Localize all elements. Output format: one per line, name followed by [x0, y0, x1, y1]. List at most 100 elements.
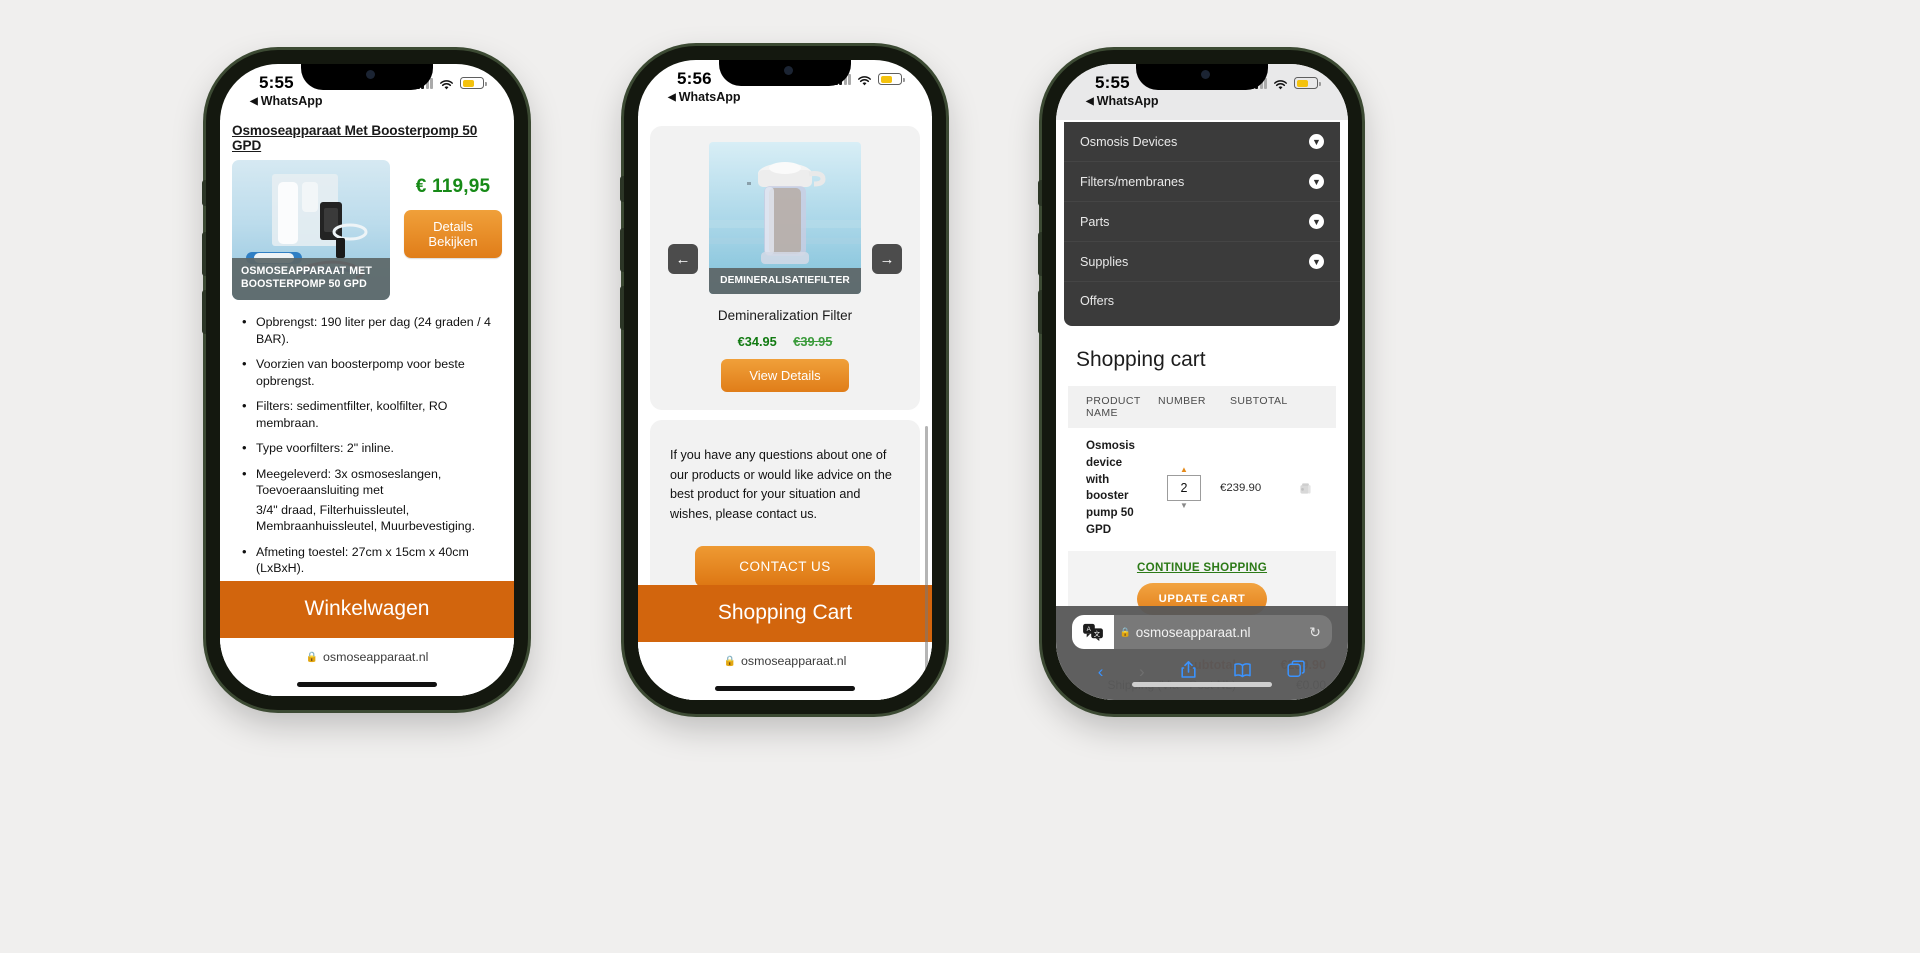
share-icon[interactable] [1180, 660, 1197, 684]
column-header-subtotal: SUBTOTAL [1230, 395, 1288, 407]
product-carousel-card: ← → DEMINERALISATIEFILTER Demineralizati… [650, 126, 920, 410]
url-text: osmoseapparaat.nl [1135, 624, 1251, 640]
table-row: Osmosis device with booster pump 50 GPD … [1068, 428, 1336, 551]
product-price-1: € 119,95 [415, 176, 491, 197]
carousel-next-button[interactable]: → [872, 244, 902, 274]
stepper-increase-icon[interactable]: ▲ [1180, 466, 1188, 474]
column-header-product-name: PRODUCT NAME [1086, 395, 1141, 419]
url-text: osmoseapparaat.nl [741, 654, 847, 668]
list-item: Type voorfilters: 2" inline. [242, 439, 498, 457]
front-camera-icon [783, 66, 793, 75]
menu-item-offers[interactable]: Offers [1064, 282, 1340, 320]
back-triangle-icon: ◀ [668, 91, 676, 103]
continue-shopping-link[interactable]: CONTINUE SHOPPING [1137, 561, 1267, 574]
phone3-screen: 5:55 ◀ WhatsApp Osmosis Devices ▼ Filter… [1056, 64, 1348, 700]
list-item-continuation: 3/4" draad, Filterhuissleutel, Membraanh… [256, 502, 476, 534]
lock-icon: 🔒 [723, 655, 737, 667]
phone2-home-indicator[interactable] [715, 686, 855, 691]
back-to-app-link[interactable]: ◀ WhatsApp [668, 90, 741, 104]
screenshot-stage: 5:55 ◀ WhatsApp Osmoseapparaat Met Boost… [0, 0, 1920, 953]
tabs-icon[interactable] [1287, 660, 1306, 684]
phone1-mute-switch [202, 180, 206, 206]
view-details-button[interactable]: View Details [721, 359, 849, 392]
battery-icon [1294, 77, 1321, 89]
back-to-app-link[interactable]: ◀ WhatsApp [250, 94, 323, 108]
cart-table-header: PRODUCT NAME NUMBER SUBTOTAL [1068, 386, 1336, 428]
menu-item-label: Parts [1080, 214, 1110, 229]
carousel-image-caption: DEMINERALISATIEFILTER [709, 268, 861, 294]
menu-item-label: Offers [1080, 294, 1115, 308]
quantity-input[interactable]: 2 [1167, 475, 1201, 502]
battery-icon [878, 73, 905, 85]
phone2-volume-down [620, 286, 624, 330]
chevron-down-icon[interactable]: ▼ [1309, 254, 1324, 269]
stepper-decrease-icon[interactable]: ▼ [1180, 502, 1188, 510]
page-scrollbar[interactable] [925, 426, 928, 700]
menu-item-supplies[interactable]: Supplies ▼ [1064, 242, 1340, 282]
shopping-cart-bar[interactable]: Shopping Cart [638, 585, 932, 642]
phone2-volume-up [620, 228, 624, 272]
shopping-cart-bar[interactable]: Winkelwagen [220, 581, 514, 638]
nav-menu: Osmosis Devices ▼ Filters/membranes ▼ Pa… [1064, 122, 1340, 326]
front-camera-icon [365, 70, 375, 79]
cart-item-name: Osmosis device with booster pump 50 GPD [1086, 439, 1135, 536]
phone3-mute-switch [1038, 180, 1042, 206]
phone1-url-bar[interactable]: 🔒 osmoseapparaat.nl [220, 638, 514, 696]
menu-item-osmosis-devices[interactable]: Osmosis Devices ▼ [1064, 122, 1340, 162]
list-item: Opbrengst: 190 liter per dag (24 graden … [242, 313, 498, 347]
contact-text: If you have any questions about one of o… [670, 448, 892, 521]
phone-1: 5:55 ◀ WhatsApp Osmoseapparaat Met Boost… [202, 50, 528, 710]
chevron-down-icon[interactable]: ▼ [1309, 174, 1324, 189]
product-image-caption-1: OSMOSEAPPARAAT MET BOOSTERPOMP 50 GPD [232, 257, 390, 300]
phone2-screen: 5:56 ◀ WhatsApp ← → DEMINERALISATIEFILTE… [638, 60, 932, 700]
chevron-down-icon[interactable]: ▼ [1309, 134, 1324, 149]
contact-card: If you have any questions about one of o… [650, 420, 920, 612]
menu-item-filters-membranes[interactable]: Filters/membranes ▼ [1064, 162, 1340, 202]
quantity-stepper[interactable]: ▲ 2 ▼ [1148, 466, 1220, 510]
wifi-icon [439, 78, 454, 89]
back-app-label: WhatsApp [678, 90, 741, 104]
phone3-home-indicator[interactable] [1132, 682, 1272, 687]
front-camera-icon [1200, 70, 1210, 79]
phone2-url-bar[interactable]: 🔒 osmoseapparaat.nl [638, 642, 932, 700]
product-image-1[interactable]: OSMOSEAPPARAAT MET BOOSTERPOMP 50 GPD [232, 160, 390, 300]
column-header-number: NUMBER [1158, 395, 1206, 407]
bookmarks-icon[interactable] [1233, 662, 1252, 683]
back-button[interactable]: ‹ [1098, 662, 1104, 682]
carousel-prev-button[interactable]: ← [668, 244, 698, 274]
page-title: Shopping cart [1076, 348, 1206, 371]
phone2-notch [719, 60, 851, 86]
phone2-mute-switch [620, 176, 624, 202]
phone1-volume-up [202, 232, 206, 276]
remove-item-button[interactable] [1292, 480, 1318, 497]
safari-toolbar: ‹ › [1066, 649, 1338, 700]
translate-icon[interactable]: A 文 [1072, 615, 1114, 649]
list-item: Meegeleverd: 3x osmoseslangen, Toevoeraa… [242, 465, 498, 499]
wifi-icon [1273, 78, 1288, 89]
phone-3: 5:55 ◀ WhatsApp Osmosis Devices ▼ Filter… [1038, 50, 1362, 714]
carousel-prices: €34.95 €39.95 [662, 333, 908, 351]
menu-item-parts[interactable]: Parts ▼ [1064, 202, 1340, 242]
phone1-home-indicator[interactable] [297, 682, 437, 687]
phone1-volume-down [202, 290, 206, 334]
back-to-app-link[interactable]: ◀ WhatsApp [1086, 94, 1159, 108]
product-spec-list-1: Opbrengst: 190 liter per dag (24 graden … [232, 313, 502, 577]
url-text: osmoseapparaat.nl [323, 650, 429, 664]
wifi-icon [857, 74, 872, 85]
phone1-screen: 5:55 ◀ WhatsApp Osmoseapparaat Met Boost… [220, 64, 514, 696]
carousel-product-image[interactable]: DEMINERALISATIEFILTER [709, 142, 861, 294]
price-current: €34.95 [737, 334, 777, 349]
contact-us-button[interactable]: CONTACT US [695, 546, 875, 588]
list-item: Voorzien van boosterpomp voor beste opbr… [242, 355, 498, 389]
address-bar[interactable]: A 文 🔒 osmoseapparaat.nl ↻ [1072, 615, 1332, 649]
forward-button[interactable]: › [1139, 662, 1145, 682]
back-app-label: WhatsApp [260, 94, 323, 108]
product-row-1: OSMOSEAPPARAAT MET BOOSTERPOMP 50 GPD € … [232, 160, 502, 300]
list-item: Filters: sedimentfilter, koolfilter, RO … [242, 397, 498, 431]
reload-button[interactable]: ↻ [1298, 624, 1332, 641]
details-button-1[interactable]: Details Bekijken [404, 210, 502, 258]
chevron-down-icon[interactable]: ▼ [1309, 214, 1324, 229]
product-title-1[interactable]: Osmoseapparaat Met Boosterpomp 50 GPD [232, 120, 502, 160]
menu-item-label: Supplies [1080, 254, 1129, 269]
phone3-volume-down [1038, 290, 1042, 334]
